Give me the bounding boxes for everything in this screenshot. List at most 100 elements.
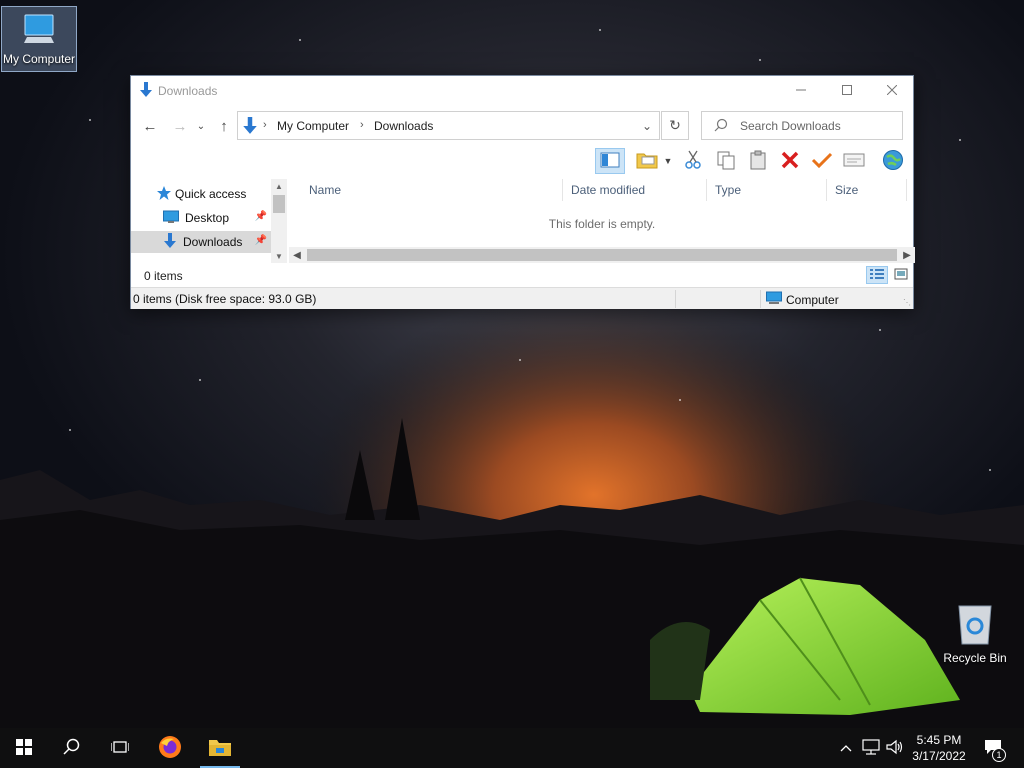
- task-view-button[interactable]: [96, 728, 144, 768]
- taskbar: 5:45 PM 3/17/2022 1: [0, 728, 1024, 768]
- downloads-icon: [163, 232, 177, 252]
- delete-button[interactable]: [776, 148, 804, 174]
- taskbar-clock[interactable]: 5:45 PM 3/17/2022: [904, 732, 974, 764]
- star-icon: [157, 185, 171, 203]
- copy-icon: [716, 150, 736, 173]
- rename-button[interactable]: [840, 148, 868, 174]
- network-icon: [862, 738, 880, 758]
- status-location-label: Computer: [786, 292, 839, 307]
- address-bar[interactable]: › My Computer › Downloads ⌄: [237, 111, 660, 140]
- maximize-button[interactable]: [824, 76, 870, 106]
- forward-button[interactable]: →: [169, 114, 191, 138]
- desktop-icon-label: My Computer: [2, 52, 76, 66]
- title-bar[interactable]: Downloads: [131, 76, 913, 106]
- show-hidden-icons-button[interactable]: [836, 728, 856, 768]
- sidebar-item-downloads[interactable]: Downloads 📌: [131, 231, 271, 253]
- status-location: Computer: [766, 291, 839, 308]
- sidebar-item-quick-access[interactable]: Quick access: [131, 183, 271, 205]
- cut-icon: [684, 150, 702, 173]
- copy-button[interactable]: [712, 148, 740, 174]
- search-box[interactable]: [701, 111, 903, 140]
- resize-grip-icon[interactable]: ⋱: [903, 298, 911, 307]
- sidebar-item-label: Downloads: [183, 235, 243, 249]
- status-bar: 0 items (Disk free space: 93.0 GB) Compu…: [131, 287, 913, 309]
- scroll-down-arrow-icon[interactable]: ▼: [271, 249, 287, 263]
- pin-icon: 📌: [254, 235, 267, 246]
- up-button[interactable]: ↑: [213, 114, 235, 138]
- desktop-icon: [163, 210, 179, 227]
- chevron-right-icon[interactable]: ›: [263, 119, 267, 131]
- scroll-right-arrow-icon[interactable]: ▶: [899, 247, 915, 263]
- search-input[interactable]: [740, 117, 896, 135]
- volume-button[interactable]: [884, 728, 906, 768]
- paste-button[interactable]: [744, 148, 772, 174]
- speaker-icon: [886, 739, 904, 758]
- recent-locations-button[interactable]: ⌄: [193, 114, 209, 138]
- chevron-right-icon[interactable]: ›: [360, 119, 364, 131]
- horizontal-scrollbar[interactable]: ◀ ▶: [289, 247, 915, 263]
- breadcrumb-my-computer[interactable]: My Computer: [277, 119, 349, 133]
- downloads-arrow-icon: [139, 82, 153, 101]
- item-count: 0 items: [144, 269, 183, 283]
- taskbar-search-button[interactable]: [48, 728, 96, 768]
- disk-free-space: 0 items (Disk free space: 93.0 GB): [133, 292, 317, 306]
- large-icons-view-button[interactable]: [890, 266, 912, 284]
- sidebar-item-desktop[interactable]: Desktop 📌: [131, 207, 271, 229]
- desktop-icon-recycle-bin[interactable]: Recycle Bin: [937, 600, 1013, 665]
- desktop-icon-my-computer[interactable]: My Computer: [1, 6, 77, 72]
- minimize-button[interactable]: [778, 76, 824, 106]
- preview-pane-button[interactable]: [595, 148, 625, 174]
- breadcrumb-downloads[interactable]: Downloads: [374, 119, 433, 133]
- window-title: Downloads: [158, 84, 218, 98]
- close-button[interactable]: [869, 76, 915, 106]
- column-header-type[interactable]: Type: [707, 179, 827, 201]
- details-view-button[interactable]: [866, 266, 888, 284]
- taskbar-firefox[interactable]: [146, 728, 194, 768]
- preview-pane-icon: [600, 152, 620, 171]
- delete-icon: [781, 151, 799, 172]
- taskbar-file-explorer[interactable]: [196, 728, 244, 768]
- folder-view-button[interactable]: [633, 148, 661, 174]
- pin-icon: 📌: [254, 211, 267, 222]
- details-view-icon: [869, 268, 885, 283]
- maximize-icon: [842, 84, 852, 98]
- downloads-arrow-icon: [242, 117, 258, 138]
- item-count-bar: 0 items: [131, 264, 913, 286]
- action-center-button[interactable]: 1: [978, 728, 1008, 768]
- cut-button[interactable]: [679, 148, 707, 174]
- refresh-button[interactable]: ↻: [661, 111, 689, 140]
- empty-folder-message: This folder is empty.: [548, 217, 656, 231]
- network-button[interactable]: [879, 148, 907, 174]
- start-icon: [16, 738, 32, 758]
- chevron-down-icon: ⌄: [196, 120, 206, 132]
- scroll-up-arrow-icon[interactable]: ▲: [271, 179, 287, 193]
- column-header-date-modified[interactable]: Date modified: [563, 179, 707, 201]
- column-header-size[interactable]: Size: [827, 179, 907, 201]
- status-divider: [675, 290, 676, 308]
- status-divider: [760, 290, 761, 308]
- properties-button[interactable]: [808, 148, 836, 174]
- check-icon: [811, 151, 833, 172]
- navigation-pane-scrollbar[interactable]: ▲ ▼: [271, 179, 287, 263]
- command-toolbar: ▼: [131, 148, 913, 176]
- desktop-icon-label: Recycle Bin: [943, 651, 1007, 665]
- minimize-icon: [796, 84, 806, 98]
- back-button[interactable]: ←: [139, 114, 161, 138]
- sidebar-item-label: Quick access: [175, 187, 247, 201]
- view-dropdown-button[interactable]: ▼: [661, 148, 675, 174]
- firefox-icon: [158, 735, 182, 762]
- close-icon: [886, 84, 898, 98]
- search-icon: [63, 738, 81, 759]
- scrollbar-thumb[interactable]: [307, 249, 897, 261]
- start-button[interactable]: [0, 728, 48, 768]
- paste-icon: [748, 150, 768, 173]
- monitor-icon: [21, 11, 57, 50]
- address-dropdown-button[interactable]: ⌄: [637, 116, 657, 136]
- scrollbar-thumb[interactable]: [273, 195, 285, 213]
- network-status-button[interactable]: [860, 728, 882, 768]
- column-header-name[interactable]: Name: [301, 179, 563, 201]
- globe-icon: [882, 149, 904, 174]
- sidebar-item-label: Desktop: [185, 211, 230, 225]
- scroll-left-arrow-icon[interactable]: ◀: [289, 247, 305, 263]
- computer-icon: [766, 291, 782, 308]
